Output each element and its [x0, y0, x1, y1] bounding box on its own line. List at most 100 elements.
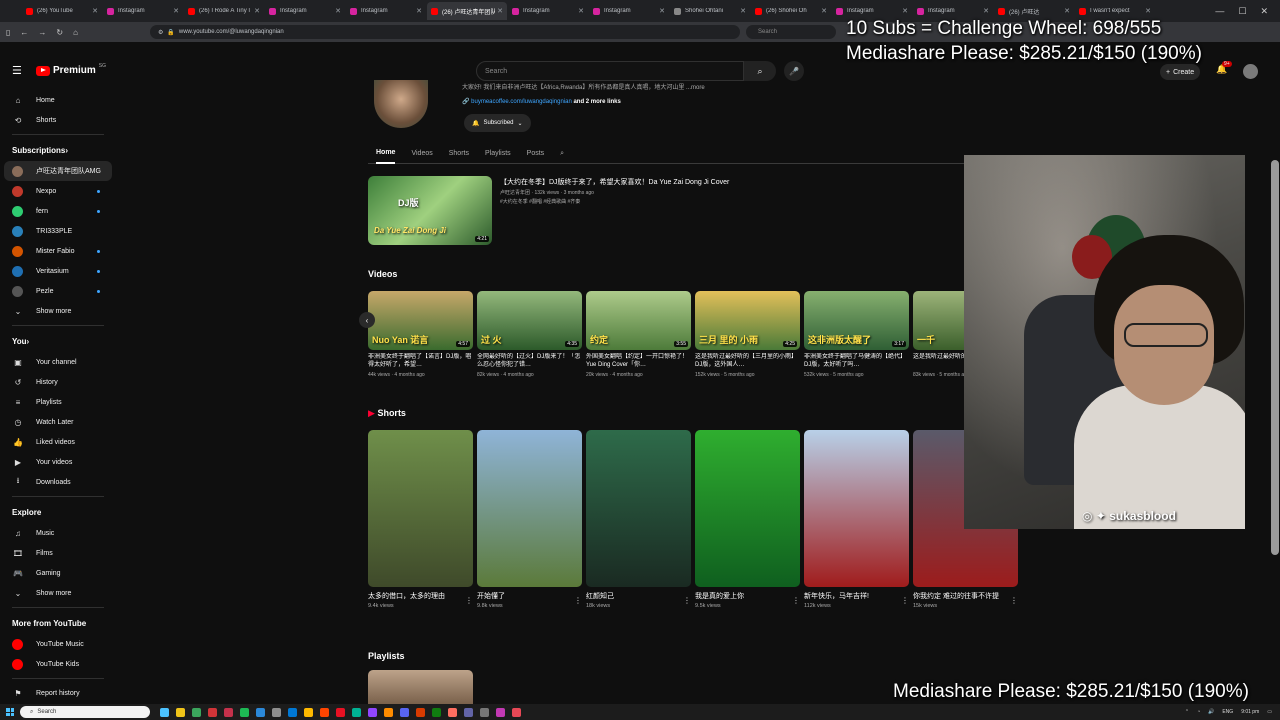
sidebar-item-history[interactable]: ↺ History [0, 372, 116, 392]
subscribed-button[interactable]: 🔔 Subscribed ⌄ [464, 114, 531, 132]
back-icon[interactable]: ← [20, 28, 28, 37]
video-thumbnail[interactable]: 这非洲版太醒了 3:17 [804, 291, 909, 350]
video-title[interactable]: 全网最好听的【过火】DJ版来了！「怎么忍心怪你犯了错… [477, 353, 582, 370]
create-button[interactable]: + Create [1160, 64, 1201, 80]
close-tab-icon[interactable]: ✕ [740, 7, 746, 15]
taskbar-app-icon[interactable] [496, 707, 505, 717]
short-thumbnail[interactable] [804, 430, 909, 587]
close-tab-icon[interactable]: ✕ [1145, 7, 1151, 15]
windows-start-icon[interactable] [6, 708, 14, 716]
wifi-icon[interactable]: ◔ [1197, 709, 1200, 715]
video-card[interactable]: 约定 3:55 外国美女翻唱【约定】一开口惊艳了！Yue Ding Cover「你…… [586, 291, 691, 378]
short-title[interactable]: 开始懂了 [477, 592, 565, 601]
close-tab-icon[interactable]: ✕ [578, 7, 584, 15]
browser-tab[interactable]: (26) I Rode A Tiny I ✕ [184, 2, 264, 20]
close-tab-icon[interactable]: ✕ [416, 7, 422, 15]
tab-shorts[interactable]: Shorts [449, 144, 469, 164]
taskbar-app-icon[interactable] [480, 707, 489, 717]
short-card[interactable]: 我是真的爱上你 9.5k views ⋮ [695, 430, 800, 609]
you-header[interactable]: You › [0, 330, 116, 352]
youtube-logo[interactable]: Premium SG [36, 63, 106, 76]
video-title[interactable]: 外国美女翻唱【约定】一开口惊艳了！Yue Ding Cover「你… [586, 353, 691, 370]
short-title[interactable]: 红颜知己 [586, 592, 674, 601]
taskbar-app-icon[interactable] [512, 707, 521, 717]
browser-tab[interactable]: Instagram ✕ [508, 2, 588, 20]
short-card[interactable]: 开始懂了 9.8k views ⋮ [477, 430, 582, 609]
video-card[interactable]: 过 火 4:35 全网最好听的【过火】DJ版来了！「怎么忍心怪你犯了错… 82k vi… [477, 291, 582, 378]
taskbar-app-icon[interactable] [416, 707, 425, 717]
short-thumbnail[interactable] [368, 430, 473, 587]
short-thumbnail[interactable] [586, 430, 691, 587]
channel-search-icon[interactable]: ⌕ [560, 144, 564, 164]
home-icon[interactable]: ⌂ [73, 28, 78, 37]
sidebar-subscription[interactable]: Veritasium [0, 261, 116, 281]
taskbar-app-icon[interactable] [352, 707, 361, 717]
tray-chevron-icon[interactable]: ⌃ [1185, 709, 1189, 715]
forward-icon[interactable]: → [38, 28, 46, 37]
sidebar-subscription[interactable]: 卢旺达青年团队AMG [4, 161, 112, 181]
video-card[interactable]: 三月 里的 小雨 4:25 这是我听过最好听的【三月里的小雨】DJ版，这外国人… 15… [695, 291, 800, 378]
sidebar-item-films[interactable]: 🎞 Films [0, 543, 116, 563]
close-tab-icon[interactable]: ✕ [659, 7, 665, 15]
sidebar-subscription[interactable]: Pezle [0, 281, 116, 301]
browser-tab[interactable]: (26) 卢旺达青年团队 ✕ [427, 2, 507, 20]
browser-tab[interactable]: Shohei Ohtani ✕ [670, 2, 750, 20]
sidebar-item-playlists[interactable]: ≡ Playlists [0, 392, 116, 412]
sidebar-item-youtube-kids[interactable]: YouTube Kids [0, 654, 116, 674]
taskbar-app-icon[interactable] [432, 707, 441, 717]
close-icon[interactable]: ✕ [1260, 6, 1268, 17]
taskbar-app-icon[interactable] [464, 707, 473, 717]
sidebar-item-show-more[interactable]: ⌄ Show more [0, 301, 116, 321]
sidebar-item-youtube-music[interactable]: YouTube Music [0, 634, 116, 654]
language-indicator[interactable]: ENG [1222, 709, 1233, 715]
sidebar-toggle-icon[interactable]: ▯ [6, 28, 10, 37]
menu-icon[interactable]: ☰ [12, 64, 22, 77]
close-tab-icon[interactable]: ✕ [902, 7, 908, 15]
sidebar-item-your-channel[interactable]: ▣ Your channel [0, 352, 116, 372]
videos-section-title[interactable]: Videos [368, 269, 397, 279]
playlists-section-title[interactable]: Playlists [368, 651, 405, 661]
taskbar-app-icon[interactable] [368, 707, 377, 717]
more-options-icon[interactable]: ⋮ [574, 596, 582, 605]
tab-home[interactable]: Home [376, 144, 396, 164]
more-links[interactable]: and 2 more links [573, 99, 620, 105]
short-card[interactable]: 新年快乐，马年吉祥! 112k views ⋮ [804, 430, 909, 609]
close-tab-icon[interactable]: ✕ [92, 7, 98, 15]
video-title[interactable]: 非洲美女终于翻唱了马健涛的【绝代】DJ版，太好听了吗… [804, 353, 909, 370]
channel-links[interactable]: 🔗 buymeacoffee.com/luwangdaqingnian and … [462, 98, 621, 105]
sidebar-subscription[interactable]: Mister Fabio [0, 241, 116, 261]
sidebar-item-liked-videos[interactable]: 👍 Liked videos [0, 432, 116, 452]
avatar[interactable] [1243, 64, 1258, 79]
taskbar-app-icon[interactable] [176, 707, 185, 717]
short-card[interactable]: 红颜知己 18k views ⋮ [586, 430, 691, 609]
shelf-prev-button[interactable]: ‹ [359, 312, 375, 328]
tab-videos[interactable]: Videos [411, 144, 432, 164]
taskbar-app-icon[interactable] [224, 707, 233, 717]
minimize-icon[interactable]: — [1215, 6, 1224, 16]
video-thumbnail[interactable]: 三月 里的 小雨 4:25 [695, 291, 800, 350]
notifications-button[interactable]: 🔔 9+ [1216, 61, 1232, 75]
search-button[interactable]: ⌕ [744, 61, 776, 81]
close-tab-icon[interactable]: ✕ [254, 7, 260, 15]
video-thumbnail[interactable]: Nuo Yan 诺言 4:57 [368, 291, 473, 350]
close-tab-icon[interactable]: ✕ [1064, 7, 1070, 15]
short-thumbnail[interactable] [477, 430, 582, 587]
more-options-icon[interactable]: ⋮ [465, 596, 473, 605]
taskbar-app-icon[interactable] [304, 707, 313, 717]
voice-search-button[interactable]: 🎤 [784, 61, 804, 81]
more-options-icon[interactable]: ⋮ [1010, 596, 1018, 605]
taskbar-app-icon[interactable] [288, 707, 297, 717]
channel-avatar[interactable] [374, 80, 428, 128]
video-card[interactable]: 一千 这是我听过最好听的… 83k views · 5 months ago [913, 291, 968, 378]
taskbar-app-icon[interactable] [192, 707, 201, 717]
more-options-icon[interactable]: ⋮ [683, 596, 691, 605]
close-tab-icon[interactable]: ✕ [335, 7, 341, 15]
subscriptions-header[interactable]: Subscriptions › [0, 139, 116, 161]
taskbar-app-icon[interactable] [336, 707, 345, 717]
more-options-icon[interactable]: ⋮ [901, 596, 909, 605]
featured-title[interactable]: 【大约在冬季】DJ版终于来了，希望大家喜欢！Da Yue Zai Dong Ji… [500, 177, 800, 187]
short-thumbnail[interactable] [695, 430, 800, 587]
taskbar-app-icon[interactable] [448, 707, 457, 717]
sidebar-item-gaming[interactable]: 🎮 Gaming [0, 563, 116, 583]
shorts-section-title[interactable]: ▶ Shorts [368, 408, 406, 419]
